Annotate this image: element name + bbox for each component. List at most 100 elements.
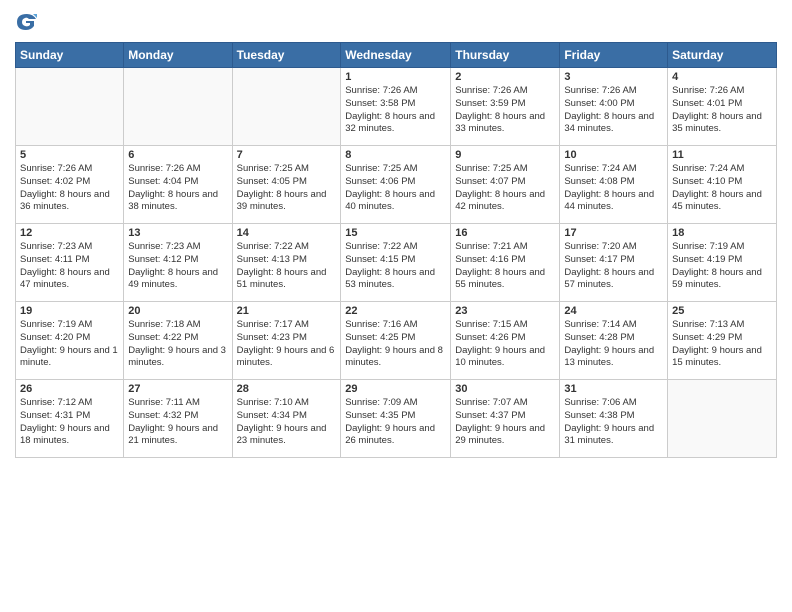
day-cell: 18 Sunrise: 7:19 AM Sunset: 4:19 PM Dayli… bbox=[668, 224, 777, 302]
day-cell bbox=[232, 68, 341, 146]
day-number: 11 bbox=[672, 149, 772, 161]
day-info: Sunrise: 7:14 AM Sunset: 4:28 PM Dayligh… bbox=[564, 319, 663, 370]
day-number: 1 bbox=[345, 71, 446, 83]
day-number: 28 bbox=[237, 383, 337, 395]
day-info: Sunrise: 7:12 AM Sunset: 4:31 PM Dayligh… bbox=[20, 397, 119, 448]
day-info: Sunrise: 7:26 AM Sunset: 4:00 PM Dayligh… bbox=[564, 85, 663, 136]
day-cell: 25 Sunrise: 7:13 AM Sunset: 4:29 PM Dayli… bbox=[668, 302, 777, 380]
day-cell: 13 Sunrise: 7:23 AM Sunset: 4:12 PM Dayli… bbox=[124, 224, 232, 302]
day-number: 24 bbox=[564, 305, 663, 317]
day-cell bbox=[668, 380, 777, 458]
day-cell: 2Sunrise: 7:26 AM Sunset: 3:59 PM Daylig… bbox=[451, 68, 560, 146]
day-number: 9 bbox=[455, 149, 555, 161]
day-cell: 29 Sunrise: 7:09 AM Sunset: 4:35 PM Dayli… bbox=[341, 380, 451, 458]
day-info: Sunrise: 7:19 AM Sunset: 4:19 PM Dayligh… bbox=[672, 241, 772, 292]
day-cell: 14 Sunrise: 7:22 AM Sunset: 4:13 PM Dayli… bbox=[232, 224, 341, 302]
day-number: 10 bbox=[564, 149, 663, 161]
logo-icon bbox=[15, 10, 39, 34]
day-info: Sunrise: 7:26 AM Sunset: 4:02 PM Dayligh… bbox=[20, 163, 119, 214]
day-number: 31 bbox=[564, 383, 663, 395]
day-info: Sunrise: 7:25 AM Sunset: 4:07 PM Dayligh… bbox=[455, 163, 555, 214]
day-number: 5 bbox=[20, 149, 119, 161]
day-number: 23 bbox=[455, 305, 555, 317]
week-row-5: 26 Sunrise: 7:12 AM Sunset: 4:31 PM Dayli… bbox=[16, 380, 777, 458]
calendar-table: SundayMondayTuesdayWednesdayThursdayFrid… bbox=[15, 42, 777, 458]
day-cell: 9 Sunrise: 7:25 AM Sunset: 4:07 PM Daylig… bbox=[451, 146, 560, 224]
day-number: 16 bbox=[455, 227, 555, 239]
day-info: Sunrise: 7:25 AM Sunset: 4:06 PM Dayligh… bbox=[345, 163, 446, 214]
day-cell: 5 Sunrise: 7:26 AM Sunset: 4:02 PM Daylig… bbox=[16, 146, 124, 224]
col-header-friday: Friday bbox=[560, 43, 668, 68]
day-cell: 16 Sunrise: 7:21 AM Sunset: 4:16 PM Dayli… bbox=[451, 224, 560, 302]
day-cell: 6Sunrise: 7:26 AM Sunset: 4:04 PM Daylig… bbox=[124, 146, 232, 224]
day-cell: 11 Sunrise: 7:24 AM Sunset: 4:10 PM Dayli… bbox=[668, 146, 777, 224]
day-number: 17 bbox=[564, 227, 663, 239]
day-info: Sunrise: 7:17 AM Sunset: 4:23 PM Dayligh… bbox=[237, 319, 337, 370]
day-info: Sunrise: 7:24 AM Sunset: 4:08 PM Dayligh… bbox=[564, 163, 663, 214]
day-number: 29 bbox=[345, 383, 446, 395]
day-number: 12 bbox=[20, 227, 119, 239]
day-number: 25 bbox=[672, 305, 772, 317]
day-number: 13 bbox=[128, 227, 227, 239]
day-cell: 10 Sunrise: 7:24 AM Sunset: 4:08 PM Dayli… bbox=[560, 146, 668, 224]
day-info: Sunrise: 7:22 AM Sunset: 4:13 PM Dayligh… bbox=[237, 241, 337, 292]
day-cell: 7Sunrise: 7:25 AM Sunset: 4:05 PM Daylig… bbox=[232, 146, 341, 224]
day-info: Sunrise: 7:13 AM Sunset: 4:29 PM Dayligh… bbox=[672, 319, 772, 370]
day-cell: 3 Sunrise: 7:26 AM Sunset: 4:00 PM Daylig… bbox=[560, 68, 668, 146]
week-row-3: 12Sunrise: 7:23 AM Sunset: 4:11 PM Dayli… bbox=[16, 224, 777, 302]
day-info: Sunrise: 7:22 AM Sunset: 4:15 PM Dayligh… bbox=[345, 241, 446, 292]
col-header-monday: Monday bbox=[124, 43, 232, 68]
day-info: Sunrise: 7:23 AM Sunset: 4:12 PM Dayligh… bbox=[128, 241, 227, 292]
day-cell: 19Sunrise: 7:19 AM Sunset: 4:20 PM Dayli… bbox=[16, 302, 124, 380]
day-number: 4 bbox=[672, 71, 772, 83]
day-number: 26 bbox=[20, 383, 119, 395]
day-cell: 26 Sunrise: 7:12 AM Sunset: 4:31 PM Dayli… bbox=[16, 380, 124, 458]
day-info: Sunrise: 7:07 AM Sunset: 4:37 PM Dayligh… bbox=[455, 397, 555, 448]
day-cell: 27 Sunrise: 7:11 AM Sunset: 4:32 PM Dayli… bbox=[124, 380, 232, 458]
page-container: SundayMondayTuesdayWednesdayThursdayFrid… bbox=[0, 0, 792, 463]
day-number: 8 bbox=[345, 149, 446, 161]
day-number: 2 bbox=[455, 71, 555, 83]
col-header-saturday: Saturday bbox=[668, 43, 777, 68]
day-number: 22 bbox=[345, 305, 446, 317]
day-cell: 12Sunrise: 7:23 AM Sunset: 4:11 PM Dayli… bbox=[16, 224, 124, 302]
day-info: Sunrise: 7:21 AM Sunset: 4:16 PM Dayligh… bbox=[455, 241, 555, 292]
day-cell: 8 Sunrise: 7:25 AM Sunset: 4:06 PM Daylig… bbox=[341, 146, 451, 224]
day-cell: 24 Sunrise: 7:14 AM Sunset: 4:28 PM Dayli… bbox=[560, 302, 668, 380]
day-info: Sunrise: 7:26 AM Sunset: 4:01 PM Dayligh… bbox=[672, 85, 772, 136]
header-row: SundayMondayTuesdayWednesdayThursdayFrid… bbox=[16, 43, 777, 68]
day-cell: 31Sunrise: 7:06 AM Sunset: 4:38 PM Dayli… bbox=[560, 380, 668, 458]
day-number: 30 bbox=[455, 383, 555, 395]
day-number: 14 bbox=[237, 227, 337, 239]
day-info: Sunrise: 7:24 AM Sunset: 4:10 PM Dayligh… bbox=[672, 163, 772, 214]
week-row-4: 19Sunrise: 7:19 AM Sunset: 4:20 PM Dayli… bbox=[16, 302, 777, 380]
day-number: 7 bbox=[237, 149, 337, 161]
logo bbox=[15, 10, 43, 34]
week-row-2: 5 Sunrise: 7:26 AM Sunset: 4:02 PM Daylig… bbox=[16, 146, 777, 224]
col-header-tuesday: Tuesday bbox=[232, 43, 341, 68]
day-cell: 23 Sunrise: 7:15 AM Sunset: 4:26 PM Dayli… bbox=[451, 302, 560, 380]
day-cell: 30 Sunrise: 7:07 AM Sunset: 4:37 PM Dayli… bbox=[451, 380, 560, 458]
day-number: 27 bbox=[128, 383, 227, 395]
day-cell: 20Sunrise: 7:18 AM Sunset: 4:22 PM Dayli… bbox=[124, 302, 232, 380]
col-header-sunday: Sunday bbox=[16, 43, 124, 68]
day-number: 18 bbox=[672, 227, 772, 239]
day-cell: 15Sunrise: 7:22 AM Sunset: 4:15 PM Dayli… bbox=[341, 224, 451, 302]
day-info: Sunrise: 7:15 AM Sunset: 4:26 PM Dayligh… bbox=[455, 319, 555, 370]
day-info: Sunrise: 7:20 AM Sunset: 4:17 PM Dayligh… bbox=[564, 241, 663, 292]
day-cell: 17 Sunrise: 7:20 AM Sunset: 4:17 PM Dayli… bbox=[560, 224, 668, 302]
day-number: 19 bbox=[20, 305, 119, 317]
day-cell: 22 Sunrise: 7:16 AM Sunset: 4:25 PM Dayli… bbox=[341, 302, 451, 380]
day-number: 21 bbox=[237, 305, 337, 317]
week-row-1: 1Sunrise: 7:26 AM Sunset: 3:58 PM Daylig… bbox=[16, 68, 777, 146]
day-number: 3 bbox=[564, 71, 663, 83]
header bbox=[15, 10, 777, 34]
day-info: Sunrise: 7:11 AM Sunset: 4:32 PM Dayligh… bbox=[128, 397, 227, 448]
day-cell: 21 Sunrise: 7:17 AM Sunset: 4:23 PM Dayli… bbox=[232, 302, 341, 380]
day-cell bbox=[16, 68, 124, 146]
day-number: 6 bbox=[128, 149, 227, 161]
day-cell: 4 Sunrise: 7:26 AM Sunset: 4:01 PM Daylig… bbox=[668, 68, 777, 146]
day-info: Sunrise: 7:09 AM Sunset: 4:35 PM Dayligh… bbox=[345, 397, 446, 448]
day-number: 20 bbox=[128, 305, 227, 317]
day-info: Sunrise: 7:16 AM Sunset: 4:25 PM Dayligh… bbox=[345, 319, 446, 370]
